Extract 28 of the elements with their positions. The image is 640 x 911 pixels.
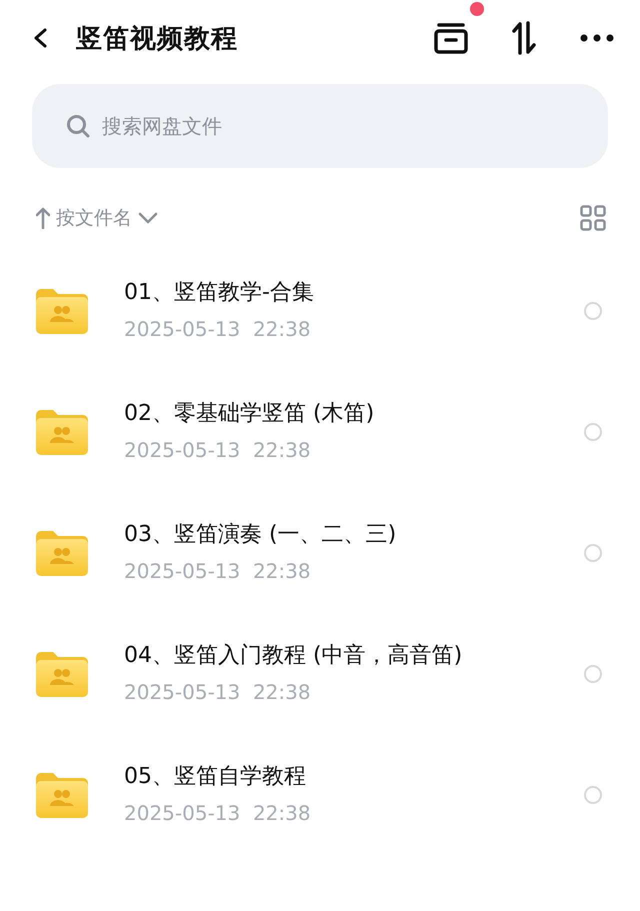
modified-date: 2025-05-13 22:38: [124, 316, 311, 340]
select-checkbox[interactable]: [584, 422, 602, 440]
more-icon[interactable]: [580, 34, 614, 42]
shared-folder-icon: [36, 650, 88, 696]
modified-date: 2025-05-13 22:38: [124, 438, 311, 462]
shared-folder-icon: [36, 530, 88, 576]
folder-name[interactable]: 05、竖笛自学教程: [124, 760, 306, 790]
select-checkbox[interactable]: [584, 664, 602, 682]
folder-name[interactable]: 01、竖笛教学-合集: [124, 276, 314, 306]
modified-date: 2025-05-13 22:38: [124, 800, 311, 824]
folder-name[interactable]: 04、竖笛入门教程 (中音，高音笛): [124, 640, 462, 670]
select-checkbox[interactable]: [584, 544, 602, 562]
shared-folder-icon: [36, 772, 88, 818]
shared-folder-icon: [36, 408, 88, 454]
arrow-up-icon: [36, 207, 50, 229]
archive-icon[interactable]: [434, 22, 468, 54]
chevron-down-icon: [138, 212, 158, 224]
grid-view-icon[interactable]: [580, 205, 606, 231]
select-checkbox[interactable]: [584, 786, 602, 804]
search-field[interactable]: 搜索网盘文件: [32, 84, 608, 168]
modified-date: 2025-05-13 22:38: [124, 680, 311, 704]
select-checkbox[interactable]: [584, 302, 602, 320]
shared-folder-icon: [36, 288, 88, 334]
folder-name[interactable]: 02、零基础学竖笛 (木笛): [124, 398, 374, 428]
page-title: 竖笛视频教程: [76, 22, 239, 56]
folder-name[interactable]: 03、竖笛演奏 (一、二、三): [124, 518, 396, 548]
search-icon: [66, 114, 90, 138]
modified-date: 2025-05-13 22:38: [124, 558, 311, 582]
